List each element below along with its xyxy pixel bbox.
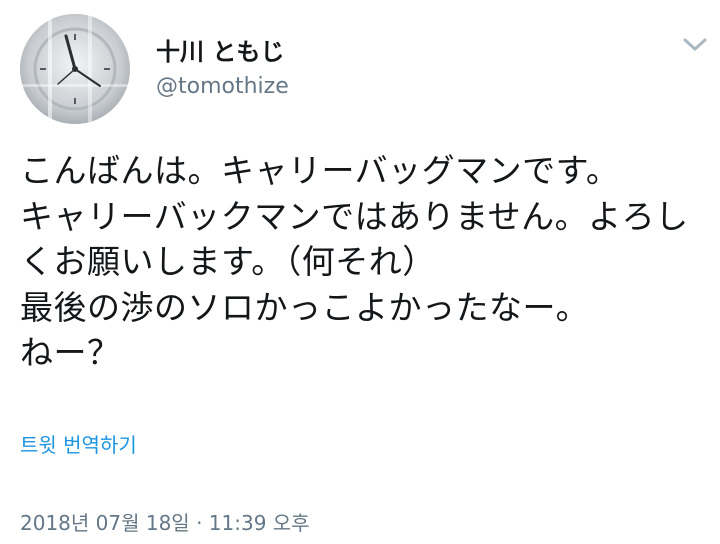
translate-tweet-link[interactable]: 트윗 번역하기 xyxy=(20,432,137,458)
chevron-down-icon[interactable] xyxy=(680,32,710,56)
display-name[interactable]: 十川 ともじ xyxy=(156,38,284,66)
tweet-timestamp[interactable]: 2018년 07월 18일 · 11:39 오후 xyxy=(20,510,310,536)
tweet-text: こんばんは。キャリーバッグマンです。 キャリーバックマンではありません。よろしく… xyxy=(20,151,689,372)
user-handle[interactable]: @tomothize xyxy=(156,74,289,100)
avatar[interactable] xyxy=(20,14,130,124)
avatar-image xyxy=(20,14,130,124)
tweet-card: 十川 ともじ @tomothize こんばんは。キャリーバッグマンです。 キャリ… xyxy=(0,0,720,544)
